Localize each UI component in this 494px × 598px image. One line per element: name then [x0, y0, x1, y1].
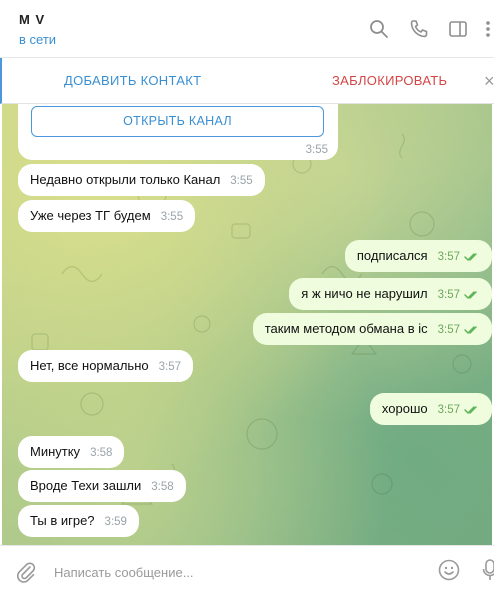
emoji-icon[interactable] [437, 558, 461, 582]
close-icon[interactable]: × [484, 71, 494, 92]
message-text: Ты в игре? [30, 513, 95, 528]
contact-name[interactable]: M V [19, 12, 45, 27]
message-time: 3:58 [151, 481, 174, 493]
message-time: 3:55 [305, 144, 328, 156]
more-icon[interactable] [482, 18, 494, 40]
phone-icon[interactable] [408, 18, 430, 40]
message-composer [0, 545, 494, 598]
message-text: Уже через ТГ будем [30, 208, 151, 223]
message-incoming[interactable]: Уже через ТГ будем 3:55 [18, 200, 196, 232]
message-time: 3:55 [230, 175, 253, 187]
chat-header: M V в сети [0, 0, 494, 58]
open-channel-button[interactable]: ОТКРЫТЬ КАНАЛ [31, 106, 324, 137]
message-incoming[interactable]: Недавно открыли только Канал 3:55 [18, 164, 265, 196]
sidebar-panel-icon[interactable] [447, 18, 469, 40]
message-text: хорошо [381, 401, 428, 416]
message-input[interactable] [54, 561, 414, 583]
message-text: Недавно открыли только Канал [30, 172, 221, 187]
message-incoming[interactable]: Вроде Техи зашли 3:58 [18, 470, 186, 502]
message-incoming[interactable]: Минутку 3:58 [18, 436, 125, 468]
message-text: подписался [356, 248, 428, 263]
message-time: 3:58 [90, 447, 113, 459]
read-check-icon [464, 252, 477, 261]
microphone-icon[interactable] [482, 557, 494, 583]
read-check-icon [464, 290, 477, 299]
message-time: 3:57 [158, 361, 181, 373]
read-check-icon [464, 325, 477, 334]
paperclip-icon[interactable] [14, 560, 38, 584]
message-time: 3:55 [160, 211, 184, 223]
message-text: таким методом обмана в іс [264, 321, 428, 336]
add-contact-button[interactable]: ДОБАВИТЬ КОНТАКТ [64, 73, 201, 88]
chat-history[interactable]: ОТКРЫТЬ КАНАЛ 3:55 Недавно открыли тольк… [2, 104, 492, 545]
block-contact-button[interactable]: ЗАБЛОКИРОВАТЬ [332, 73, 447, 88]
read-check-icon [464, 405, 477, 414]
message-time: 3:57 [437, 324, 460, 336]
message-text: Нет, все нормально [30, 358, 149, 373]
contact-action-bar: ДОБАВИТЬ КОНТАКТ ЗАБЛОКИРОВАТЬ × [0, 58, 494, 104]
message-text: Минутку [30, 444, 81, 459]
message-outgoing[interactable]: таким методом обмана в іс 3:57 [252, 313, 492, 345]
message-time: 3:57 [437, 251, 460, 263]
message-incoming[interactable]: Ты в игре? 3:59 [18, 505, 139, 537]
message-text: я ж ничо не нарушил [301, 286, 428, 301]
channel-message-card: ОТКРЫТЬ КАНАЛ 3:55 [18, 104, 338, 160]
message-outgoing[interactable]: хорошо 3:57 [369, 393, 492, 425]
message-incoming[interactable]: Нет, все нормально 3:57 [18, 350, 193, 382]
message-text: Вроде Техи зашли [30, 478, 142, 493]
message-time: 3:59 [104, 516, 127, 528]
message-time: 3:57 [437, 404, 460, 416]
message-outgoing[interactable]: я ж ничо не нарушил 3:57 [289, 278, 492, 310]
message-time: 3:57 [437, 289, 460, 301]
online-status: в сети [19, 32, 57, 47]
message-outgoing[interactable]: подписался 3:57 [344, 240, 492, 272]
search-icon[interactable] [368, 18, 390, 40]
